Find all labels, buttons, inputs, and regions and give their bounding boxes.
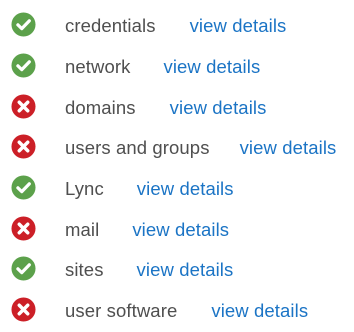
status-row-text: network view details — [65, 55, 260, 81]
status-row: domains view details — [0, 87, 354, 128]
view-details-link[interactable]: view details — [190, 15, 287, 36]
status-row: Lync view details — [0, 169, 354, 210]
status-row-text: mail view details — [65, 218, 229, 244]
status-label: Lync — [65, 178, 104, 200]
check-circle-icon — [11, 256, 36, 281]
check-circle-icon — [11, 53, 36, 78]
status-row: users and groups view details — [0, 128, 354, 169]
view-details-link[interactable]: view details — [163, 56, 260, 77]
x-circle-icon — [11, 216, 36, 241]
view-details-link[interactable]: view details — [132, 219, 229, 240]
status-list: credentials view details network view detai… — [0, 6, 354, 332]
status-row: mail view details — [0, 209, 354, 250]
status-label: network — [65, 56, 131, 78]
x-circle-icon — [11, 94, 36, 119]
status-row-text: credentials view details — [65, 14, 286, 40]
view-details-link[interactable]: view details — [170, 97, 267, 118]
status-row-text: Lync view details — [65, 177, 234, 203]
view-details-link[interactable]: view details — [137, 178, 234, 199]
view-details-link[interactable]: view details — [211, 300, 308, 321]
check-circle-icon — [11, 12, 36, 37]
view-details-link[interactable]: view details — [240, 137, 337, 158]
view-details-link[interactable]: view details — [137, 259, 234, 280]
status-row-text: users and groups view details — [65, 136, 336, 162]
x-circle-icon — [11, 297, 36, 322]
status-row-text: sites view details — [65, 258, 233, 284]
status-label: users and groups — [65, 137, 210, 159]
status-label: mail — [65, 218, 100, 240]
status-label: user software — [65, 300, 178, 322]
status-label: sites — [65, 259, 104, 281]
check-circle-icon — [11, 175, 36, 200]
status-row: network view details — [0, 47, 354, 88]
status-label: domains — [65, 96, 136, 118]
status-row: credentials view details — [0, 6, 354, 47]
status-row: user software view details — [0, 291, 354, 332]
status-row-text: user software view details — [65, 299, 308, 325]
status-row: sites view details — [0, 250, 354, 291]
x-circle-icon — [11, 134, 36, 159]
status-row-text: domains view details — [65, 96, 266, 122]
status-label: credentials — [65, 15, 156, 37]
